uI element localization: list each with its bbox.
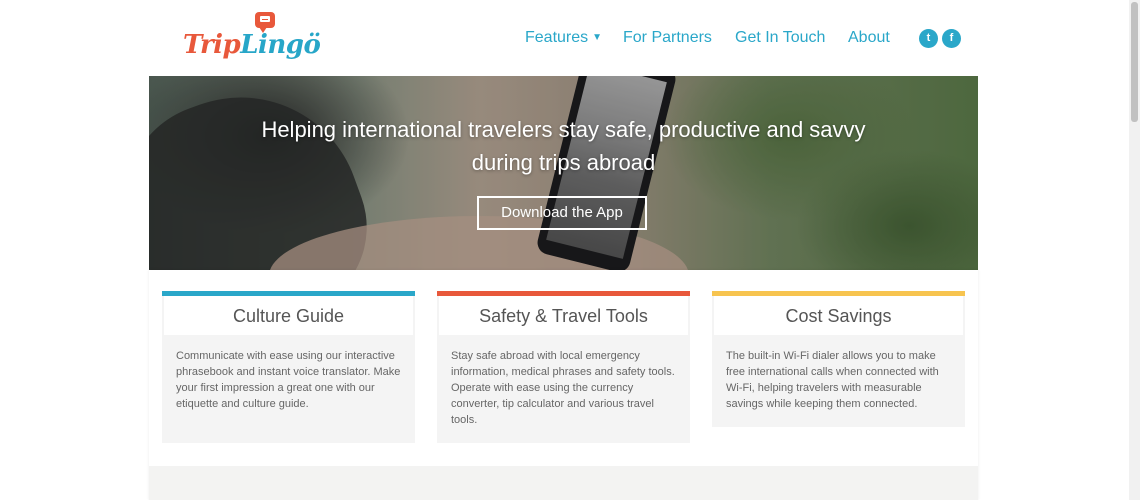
card-title: Safety & Travel Tools bbox=[439, 296, 688, 335]
hero-headline: Helping international travelers stay saf… bbox=[261, 117, 866, 175]
card-title: Culture Guide bbox=[164, 296, 413, 335]
nav-features-label: Features bbox=[525, 29, 589, 46]
logo-trip: Trip bbox=[183, 30, 241, 60]
nav-about[interactable]: About bbox=[848, 29, 890, 47]
nav-for-partners[interactable]: For Partners bbox=[623, 29, 712, 47]
nav-features[interactable]: Features ▼ bbox=[525, 29, 602, 47]
card-safety-travel-tools: Safety & Travel Tools Stay safe abroad w… bbox=[437, 291, 690, 443]
card-text: Stay safe abroad with local emergency in… bbox=[451, 350, 675, 426]
chat-bubble-icon bbox=[255, 12, 275, 33]
card-title: Cost Savings bbox=[714, 296, 963, 335]
nav-get-in-touch[interactable]: Get In Touch bbox=[735, 29, 825, 47]
hero-banner: Helping international travelers stay saf… bbox=[149, 76, 978, 270]
card-text: Communicate with ease using our interact… bbox=[176, 350, 401, 410]
logo-text: TripLingö bbox=[183, 30, 321, 60]
card-text: The built-in Wi-Fi dialer allows you to … bbox=[726, 350, 939, 410]
scrollbar-thumb[interactable] bbox=[1131, 2, 1138, 122]
caret-down-icon: ▼ bbox=[592, 32, 603, 43]
logo[interactable]: TripLingö bbox=[183, 12, 321, 66]
card-culture-guide: Culture Guide Communicate with ease usin… bbox=[162, 291, 415, 443]
facebook-icon[interactable]: f bbox=[942, 29, 961, 48]
twitter-icon[interactable]: t bbox=[919, 29, 938, 48]
logo-lingo: Lingö bbox=[240, 30, 321, 60]
download-app-button[interactable]: Download the App bbox=[477, 196, 647, 230]
section-footer-band bbox=[149, 466, 978, 500]
card-cost-savings: Cost Savings The built-in Wi-Fi dialer a… bbox=[712, 291, 965, 427]
page-scrollbar[interactable] bbox=[1129, 0, 1140, 500]
